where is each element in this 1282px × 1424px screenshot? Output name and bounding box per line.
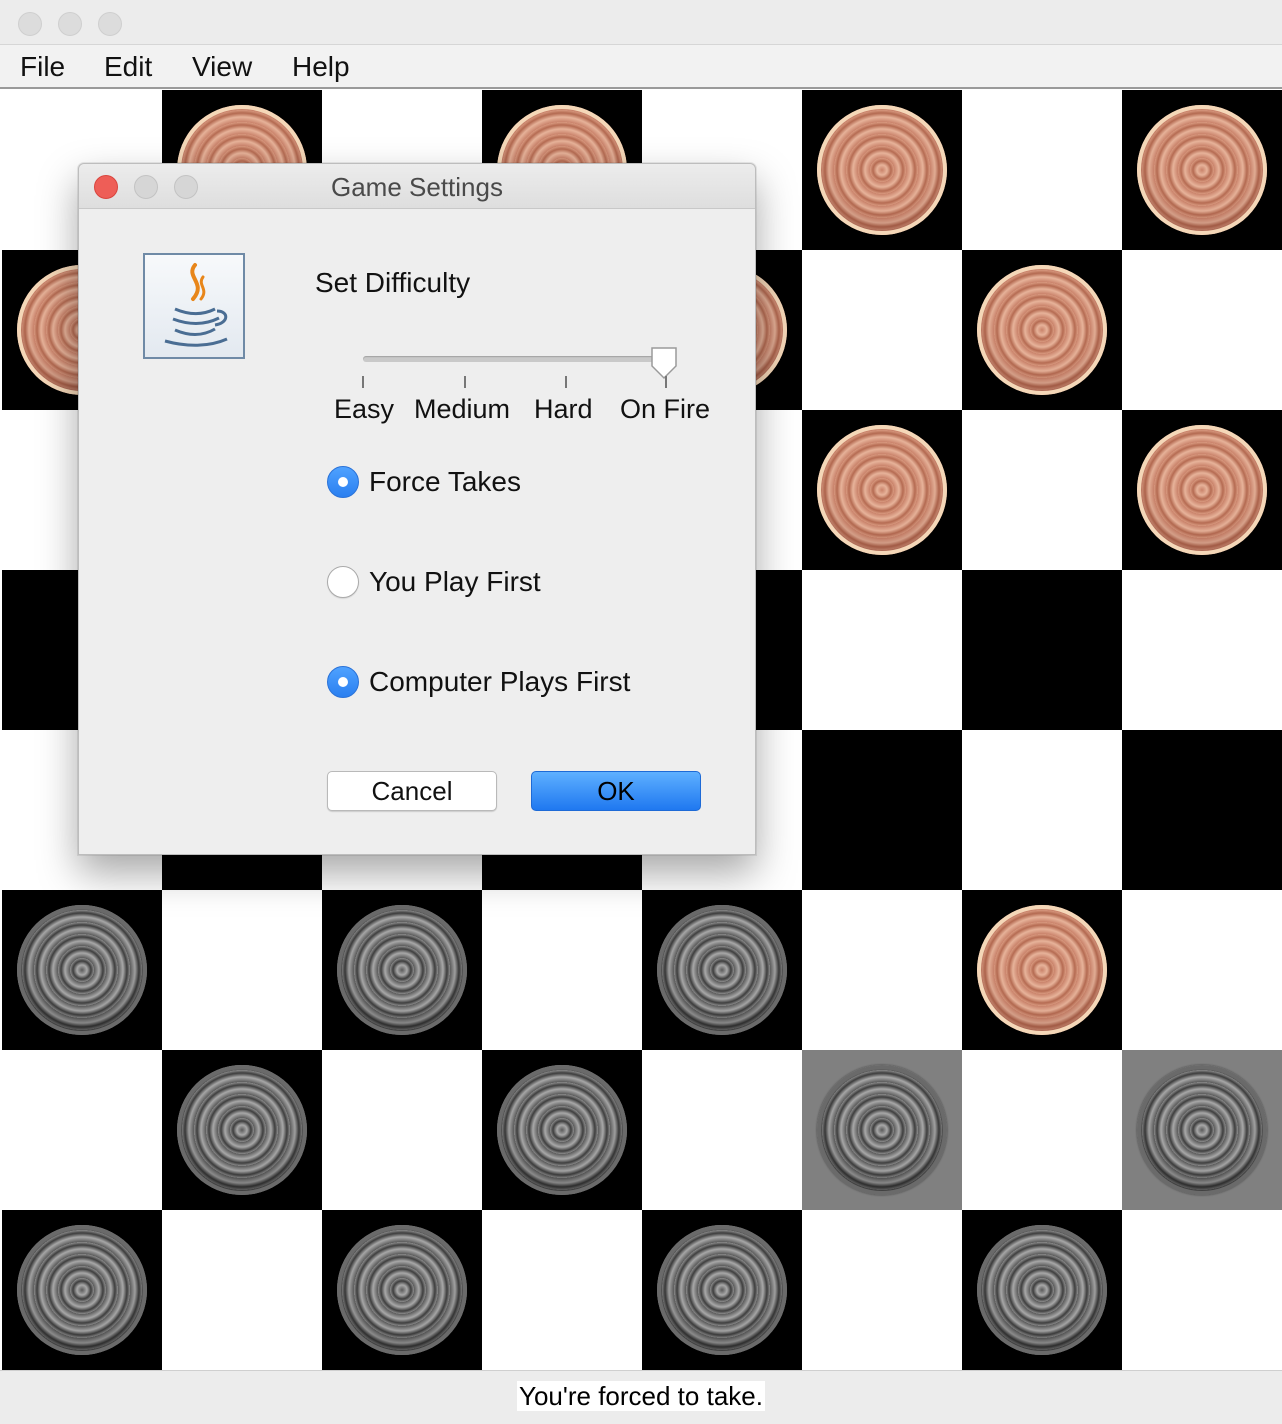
menu-help[interactable]: Help [292,51,350,83]
menu-view[interactable]: View [192,51,252,83]
gray-checker-piece[interactable] [817,1065,947,1195]
status-message: You're forced to take. [517,1381,765,1411]
game-settings-dialog: Game Settings Set Difficulty Easy Medium… [78,163,756,855]
board-square[interactable] [962,730,1122,890]
board-square[interactable] [962,250,1122,410]
slider-thumb[interactable] [649,346,679,380]
gray-checker-piece[interactable] [657,1225,787,1355]
red-checker-piece[interactable] [977,265,1107,395]
board-square[interactable] [1122,90,1282,250]
board-square[interactable] [1122,410,1282,570]
dialog-title: Game Settings [331,172,503,202]
board-square[interactable] [802,730,962,890]
window-zoom-button[interactable] [98,12,122,36]
cancel-button[interactable]: Cancel [327,771,497,811]
board-square[interactable] [1122,1050,1282,1210]
board-square[interactable] [2,1210,162,1370]
board-square[interactable] [322,1050,482,1210]
board-square[interactable] [482,1210,642,1370]
computer-plays-first-radio[interactable] [327,666,359,698]
gray-checker-piece[interactable] [337,1225,467,1355]
board-square[interactable] [162,1050,322,1210]
difficulty-slider[interactable] [363,344,681,384]
board-square[interactable] [162,1210,322,1370]
tick-hard [565,376,567,388]
gray-checker-piece[interactable] [657,905,787,1035]
slider-track [363,356,665,362]
red-checker-piece[interactable] [817,425,947,555]
menu-edit[interactable]: Edit [104,51,152,83]
ok-button[interactable]: OK [531,771,701,811]
red-checker-piece[interactable] [977,905,1107,1035]
difficulty-on-fire-label: On Fire [620,394,711,424]
red-checker-piece[interactable] [817,105,947,235]
board-square[interactable] [482,890,642,1050]
difficulty-label: Set Difficulty [315,267,471,298]
board-square[interactable] [1122,890,1282,1050]
computer-plays-first-label[interactable]: Computer Plays First [369,666,630,698]
gray-checker-piece[interactable] [17,1225,147,1355]
board-square[interactable] [1122,570,1282,730]
window-close-button[interactable] [18,12,42,36]
board-square[interactable] [482,1050,642,1210]
gray-checker-piece[interactable] [177,1065,307,1195]
difficulty-hard-label: Hard [534,394,593,424]
board-square[interactable] [802,570,962,730]
tick-easy [362,376,364,388]
red-checker-piece[interactable] [1137,425,1267,555]
board-square[interactable] [2,1050,162,1210]
gray-checker-piece[interactable] [17,905,147,1035]
red-checker-piece[interactable] [1137,105,1267,235]
window-titlebar [0,0,1282,45]
board-square[interactable] [642,1050,802,1210]
gray-checker-piece[interactable] [977,1225,1107,1355]
board-square[interactable] [1122,250,1282,410]
dialog-titlebar: Game Settings [79,164,755,209]
menu-bar: File Edit View Help [0,45,1282,89]
board-square[interactable] [962,1050,1122,1210]
force-takes-radio[interactable] [327,466,359,498]
tick-medium [464,376,466,388]
gray-checker-piece[interactable] [337,905,467,1035]
board-square[interactable] [642,1210,802,1370]
board-square[interactable] [802,90,962,250]
difficulty-easy-label: Easy [334,394,395,424]
java-icon [143,253,245,359]
board-square[interactable] [962,90,1122,250]
you-play-first-radio[interactable] [327,566,359,598]
board-square[interactable] [802,410,962,570]
board-square[interactable] [642,890,802,1050]
board-square[interactable] [962,1210,1122,1370]
status-bar: You're forced to take. [0,1370,1282,1424]
board-square[interactable] [322,1210,482,1370]
board-square[interactable] [802,250,962,410]
gray-checker-piece[interactable] [1137,1065,1267,1195]
board-square[interactable] [322,890,482,1050]
board-square[interactable] [962,570,1122,730]
tick-on-fire [665,376,667,388]
board-square[interactable] [1122,1210,1282,1370]
gray-checker-piece[interactable] [497,1065,627,1195]
board-square[interactable] [1122,730,1282,890]
board-square[interactable] [162,890,322,1050]
you-play-first-label[interactable]: You Play First [369,566,541,598]
board-square[interactable] [2,890,162,1050]
board-square[interactable] [802,890,962,1050]
difficulty-medium-label: Medium [414,394,511,424]
menu-file[interactable]: File [20,51,65,83]
board-square[interactable] [962,410,1122,570]
board-square[interactable] [802,1050,962,1210]
window-minimize-button[interactable] [58,12,82,36]
board-square[interactable] [962,890,1122,1050]
board-square[interactable] [802,1210,962,1370]
force-takes-label[interactable]: Force Takes [369,466,521,498]
